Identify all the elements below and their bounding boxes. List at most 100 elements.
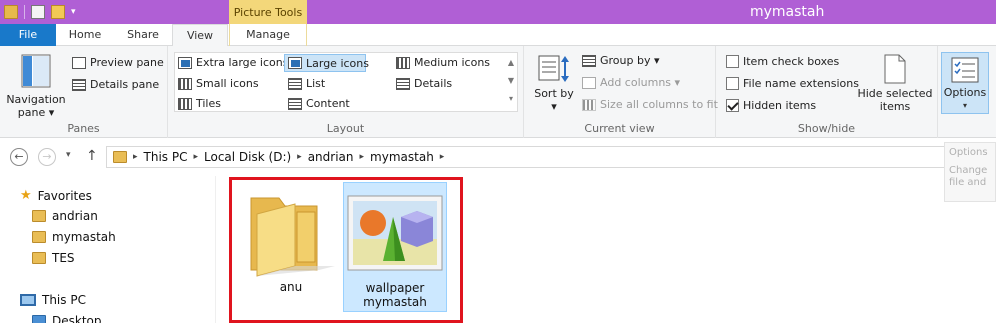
- list-label: List: [306, 77, 326, 90]
- hidden-items-label: Hidden items: [743, 99, 817, 112]
- chevron-right-icon[interactable]: ▸: [193, 152, 198, 162]
- breadcrumb-mymastah[interactable]: mymastah: [370, 150, 434, 164]
- nav-item-mymastah[interactable]: mymastah: [32, 230, 116, 244]
- show-hide-group-label: Show/hide: [797, 122, 856, 135]
- navigation-pane-button[interactable]: Navigation pane ▾: [6, 54, 66, 119]
- details-option[interactable]: Details: [396, 77, 452, 90]
- options-button[interactable]: Options ▾: [941, 52, 989, 114]
- navigation-pane: ★ Favorites andrian mymastah TES This PC…: [0, 176, 216, 323]
- layout-group-label: Layout: [326, 122, 365, 135]
- options-dropdown-icon: ▾: [962, 101, 967, 110]
- navigation-pane-icon: [21, 54, 51, 88]
- breadcrumb-this-pc[interactable]: This PC: [144, 150, 188, 164]
- customize-toolbar-dropdown-icon[interactable]: ▾: [71, 7, 76, 17]
- medium-icons-option[interactable]: Medium icons: [396, 56, 490, 69]
- sort-by-icon: [538, 55, 569, 82]
- preview-pane-button[interactable]: Preview pane: [72, 56, 164, 69]
- item-check-boxes-label: Item check boxes: [743, 55, 840, 68]
- chevron-right-icon[interactable]: ▸: [440, 152, 445, 162]
- recent-locations-dropdown-icon[interactable]: ▾: [66, 150, 71, 160]
- chevron-right-icon[interactable]: ▸: [360, 152, 365, 162]
- details-pane-icon: [72, 78, 86, 91]
- panes-group-label: Panes: [67, 122, 100, 135]
- tiles-option[interactable]: Tiles: [178, 97, 221, 110]
- desktop-icon: [32, 315, 46, 323]
- address-bar[interactable]: ▸ This PC ▸ Local Disk (D:) ▸ andrian ▸ …: [106, 146, 996, 168]
- file-list: anu wallpaper mymastah: [217, 172, 996, 323]
- small-icons-option[interactable]: Small icons: [178, 77, 259, 90]
- back-button[interactable]: ←: [10, 148, 28, 166]
- nav-desktop[interactable]: Desktop: [32, 314, 102, 323]
- file-name-extensions-checkbox[interactable]: [726, 77, 739, 90]
- details-pane-label: Details pane: [90, 78, 160, 91]
- quick-access-toolbar: ▾: [0, 0, 76, 24]
- size-all-columns-button[interactable]: Size all columns to fit: [582, 98, 718, 111]
- hidden-items-toggle[interactable]: Hidden items: [726, 99, 816, 112]
- details-icon: [396, 77, 410, 90]
- options-icon: [951, 57, 979, 83]
- folder-icon: [113, 151, 127, 163]
- tab-home[interactable]: Home: [56, 24, 114, 46]
- address-row: ← → ▾ ↑ ▸ This PC ▸ Local Disk (D:) ▸ an…: [0, 142, 996, 172]
- nav-item-tes[interactable]: TES: [32, 251, 75, 265]
- hide-selected-items-button[interactable]: Hide selected items: [856, 54, 934, 113]
- forward-arrow-icon: →: [42, 150, 52, 163]
- group-show-hide: Item check boxes File name extensions Hi…: [716, 46, 938, 138]
- nav-this-pc-label: This PC: [42, 293, 86, 307]
- folder-icon: [250, 197, 335, 277]
- sort-by-button[interactable]: Sort by ▾: [534, 54, 574, 113]
- extra-large-icons-label: Extra large icons: [196, 56, 289, 69]
- list-option[interactable]: List: [288, 77, 325, 90]
- window-title: mymastah: [750, 4, 825, 20]
- tab-view[interactable]: View: [172, 24, 228, 47]
- hide-selected-items-icon: [884, 54, 906, 84]
- nav-this-pc[interactable]: This PC: [20, 293, 86, 307]
- folder-icon: [32, 210, 46, 222]
- medium-icons-label: Medium icons: [414, 56, 491, 69]
- group-layout: Extra large icons Large icons Medium ico…: [168, 46, 524, 138]
- size-columns-icon: [582, 98, 596, 111]
- layout-gallery-scroll[interactable]: ▲ ▼ ▾: [506, 54, 516, 110]
- group-panes: Navigation pane ▾ Preview pane Details p…: [0, 46, 168, 138]
- medium-icons-icon: [396, 56, 410, 69]
- breadcrumb-andrian[interactable]: andrian: [308, 150, 354, 164]
- picture-tools-context-label: Picture Tools: [229, 0, 307, 24]
- file-item-image[interactable]: wallpaper mymastah: [343, 182, 447, 312]
- group-by-button[interactable]: Group by ▾: [582, 54, 660, 67]
- nav-favorites[interactable]: ★ Favorites: [20, 188, 92, 203]
- group-by-label: Group by ▾: [600, 54, 660, 67]
- file-item-folder[interactable]: anu: [239, 182, 343, 312]
- tab-manage[interactable]: Manage: [229, 24, 307, 46]
- preview-pane-label: Preview pane: [90, 56, 164, 69]
- current-view-group-label: Current view: [584, 122, 655, 135]
- chevron-right-icon[interactable]: ▸: [297, 152, 302, 162]
- sort-by-label: Sort by ▾: [534, 87, 574, 113]
- small-icons-icon: [178, 77, 192, 90]
- size-all-columns-label: Size all columns to fit: [600, 98, 718, 111]
- tab-share[interactable]: Share: [114, 24, 172, 46]
- large-icons-label: Large icons: [306, 56, 369, 70]
- small-icons-label: Small icons: [196, 77, 259, 90]
- content-option[interactable]: Content: [288, 97, 350, 110]
- large-icons-option[interactable]: Large icons: [284, 54, 369, 72]
- properties-icon[interactable]: [31, 5, 45, 19]
- group-by-icon: [582, 54, 596, 67]
- add-columns-icon: [582, 76, 596, 89]
- nav-item-andrian[interactable]: andrian: [32, 209, 98, 223]
- chevron-right-icon[interactable]: ▸: [133, 152, 138, 162]
- details-pane-button[interactable]: Details pane: [72, 78, 159, 91]
- file-name-extensions-toggle[interactable]: File name extensions: [726, 77, 859, 90]
- add-columns-button[interactable]: Add columns ▾: [582, 76, 680, 89]
- up-arrow-icon[interactable]: ↑: [86, 148, 98, 164]
- item-check-boxes-toggle[interactable]: Item check boxes: [726, 55, 839, 68]
- extra-large-icons-option[interactable]: Extra large icons: [178, 56, 288, 69]
- item-check-boxes-checkbox[interactable]: [726, 55, 739, 68]
- tab-file[interactable]: File: [0, 24, 56, 46]
- file-name-label: wallpaper mymastah: [363, 281, 427, 309]
- nav-item-label: mymastah: [52, 230, 116, 244]
- forward-button[interactable]: →: [38, 148, 56, 166]
- breadcrumb-local-disk[interactable]: Local Disk (D:): [204, 150, 291, 164]
- ribbon: Navigation pane ▾ Preview pane Details p…: [0, 46, 996, 138]
- hidden-items-checkbox[interactable]: [726, 99, 739, 112]
- new-folder-icon[interactable]: [51, 5, 65, 19]
